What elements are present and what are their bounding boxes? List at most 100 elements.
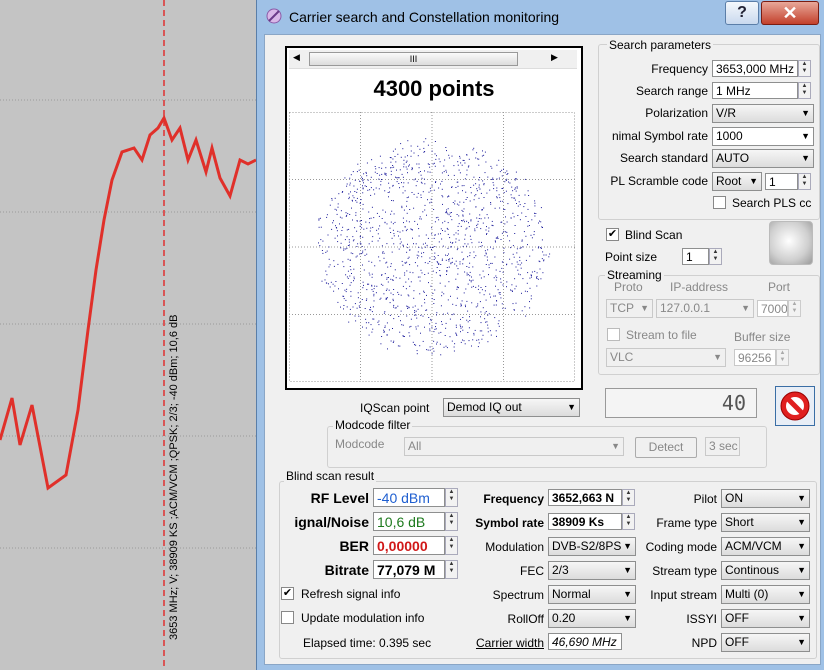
rolloff-label: RollOff <box>507 612 544 626</box>
pl-scramble-mode-select[interactable]: Root ▼ <box>712 172 762 191</box>
ip-address-header: IP-address <box>670 280 729 294</box>
input-stream-select[interactable]: Multi (0) ▼ <box>721 585 810 604</box>
dialog-client-area: ◀ III ▶ 4300 points Search parameters Fr… <box>264 34 821 665</box>
stop-icon <box>780 391 810 421</box>
port-header: Port <box>768 280 791 294</box>
rolloff-select[interactable]: 0.20 ▼ <box>548 609 636 628</box>
fec-label: FEC <box>520 564 544 578</box>
buffer-size-spin[interactable]: ▲ ▼ <box>776 349 789 366</box>
chevron-down-icon: ▼ <box>801 153 810 163</box>
elapsed-time: Elapsed time: 0.395 sec <box>303 636 432 650</box>
frame-type-select[interactable]: Short ▼ <box>721 513 810 532</box>
scroll-right-icon[interactable]: ▶ <box>551 52 558 63</box>
polarization-label: Polarization <box>645 106 708 120</box>
modulation-label: Modulation <box>485 540 544 554</box>
issyi-select[interactable]: OFF ▼ <box>721 609 810 628</box>
search-range-label: Search range <box>635 84 708 98</box>
snr-label: ignal/Noise <box>294 514 369 530</box>
counter-value: 40 <box>721 391 746 415</box>
carrier-search-dialog: Carrier search and Constellation monitor… <box>256 0 824 670</box>
input-stream-value: Multi (0) <box>725 587 769 601</box>
stream-type-select[interactable]: Continous ▼ <box>721 561 810 580</box>
constellation-scrollbar[interactable]: ◀ III ▶ <box>289 50 577 69</box>
pl-scramble-input[interactable]: 1 <box>765 173 798 190</box>
detect-time-value: 3 sec <box>709 439 738 453</box>
detect-time-select[interactable]: 3 sec <box>705 437 740 456</box>
search-pls-checkbox[interactable] <box>713 196 726 209</box>
polarization-select[interactable]: V/R ▼ <box>712 104 814 123</box>
pl-scramble-label: PL Scramble code <box>610 174 708 188</box>
chevron-down-icon: ▼ <box>801 131 810 141</box>
bitrate-label: Bitrate <box>324 562 369 578</box>
help-button[interactable]: ? <box>725 1 759 25</box>
update-modulation-checkbox[interactable] <box>281 611 294 624</box>
npd-label: NPD <box>691 636 717 650</box>
spectrum-plot <box>0 0 256 670</box>
search-range-spin[interactable]: ▲ ▼ <box>798 82 811 99</box>
input-stream-label: Input stream <box>650 588 717 602</box>
search-range-input[interactable]: 1 MHz <box>712 82 798 99</box>
point-size-spin[interactable]: ▲ ▼ <box>709 248 722 265</box>
chevron-down-icon: ▼ <box>623 613 632 623</box>
port-spin[interactable]: ▲ ▼ <box>788 300 801 317</box>
iq-scan-label: IQScan point <box>360 401 430 415</box>
blind-scan-checkbox[interactable]: ✔ <box>606 228 619 241</box>
chevron-down-icon: ▼ <box>797 541 806 551</box>
ip-address-select[interactable]: 127.0.0.1 ▼ <box>656 299 754 318</box>
rf-level-value: -40 dBm <box>373 488 445 507</box>
search-standard-select[interactable]: AUTO ▼ <box>712 149 814 168</box>
frequency-input[interactable]: 3653,000 MHz <box>712 60 798 77</box>
result-frequency-value: 3652,663 N <box>548 489 622 506</box>
port-input[interactable]: 7000 <box>757 300 788 317</box>
result-frequency-label: Frequency <box>483 492 544 506</box>
scroll-thumb[interactable]: III <box>309 52 518 66</box>
coding-mode-value: ACM/VCM <box>725 539 782 553</box>
antenna-logo-icon[interactable] <box>769 221 813 265</box>
frequency-spin[interactable]: ▲ ▼ <box>798 60 811 77</box>
proto-value: TCP <box>610 301 634 315</box>
chevron-down-icon: ▼ <box>623 589 632 599</box>
modulation-select[interactable]: DVB-S2/8PS ▼ <box>548 537 636 556</box>
player-select[interactable]: VLC ▼ <box>606 348 726 367</box>
result-symbol-rate-spin[interactable]: ▲ ▼ <box>622 513 635 530</box>
spectrum-select[interactable]: Normal ▼ <box>548 585 636 604</box>
coding-mode-select[interactable]: ACM/VCM ▼ <box>721 537 810 556</box>
result-symbol-rate-value: 38909 Ks <box>548 513 622 530</box>
rf-level-label: RF Level <box>310 490 369 506</box>
stream-to-file-checkbox[interactable] <box>607 328 620 341</box>
npd-select[interactable]: OFF ▼ <box>721 633 810 652</box>
app-icon <box>266 8 282 24</box>
search-parameters-label: Search parameters <box>607 38 714 52</box>
proto-header: Proto <box>614 280 643 294</box>
blind-scan-result-label: Blind scan result <box>284 469 377 483</box>
point-size-input[interactable]: 1 <box>682 248 709 265</box>
stop-button[interactable] <box>775 386 815 426</box>
result-frequency-spin[interactable]: ▲ ▼ <box>622 489 635 506</box>
detect-button[interactable]: Detect <box>635 437 697 458</box>
frequency-marker-label: 3653 MHz; V; 38909 KS ;ACM/VCM ;QPSK; 2/… <box>168 314 180 640</box>
chevron-down-icon: ▼ <box>797 613 806 623</box>
close-button[interactable]: ✕ <box>761 1 819 25</box>
carrier-width-label[interactable]: Carrier width <box>455 636 544 650</box>
scroll-left-icon[interactable]: ◀ <box>293 52 300 63</box>
chevron-down-icon: ▼ <box>623 541 632 551</box>
fec-select[interactable]: 2/3 ▼ <box>548 561 636 580</box>
pl-scramble-spin[interactable]: ▲ ▼ <box>798 173 811 190</box>
title-bar[interactable]: Carrier search and Constellation monitor… <box>257 0 824 34</box>
update-modulation-label: Update modulation info <box>301 611 425 625</box>
modulation-value: DVB-S2/8PS <box>552 539 622 553</box>
chevron-down-icon: ▼ <box>801 108 810 118</box>
spectrum-value: Normal <box>552 587 591 601</box>
modcode-select[interactable]: All ▼ <box>404 437 624 456</box>
chevron-down-icon: ▼ <box>797 637 806 647</box>
player-value: VLC <box>610 350 634 364</box>
frame-type-label: Frame type <box>656 516 717 530</box>
symbol-rate-select[interactable]: 1000 ▼ <box>712 127 814 146</box>
iq-scan-select[interactable]: Demod IQ out ▼ <box>443 398 580 417</box>
refresh-signal-checkbox[interactable]: ✔ <box>281 587 294 600</box>
constellation-plot <box>289 112 575 382</box>
buffer-size-input[interactable]: 96256 <box>734 349 776 366</box>
pilot-select[interactable]: ON ▼ <box>721 489 810 508</box>
proto-select[interactable]: TCP ▼ <box>606 299 653 318</box>
stream-type-value: Continous <box>725 563 780 577</box>
